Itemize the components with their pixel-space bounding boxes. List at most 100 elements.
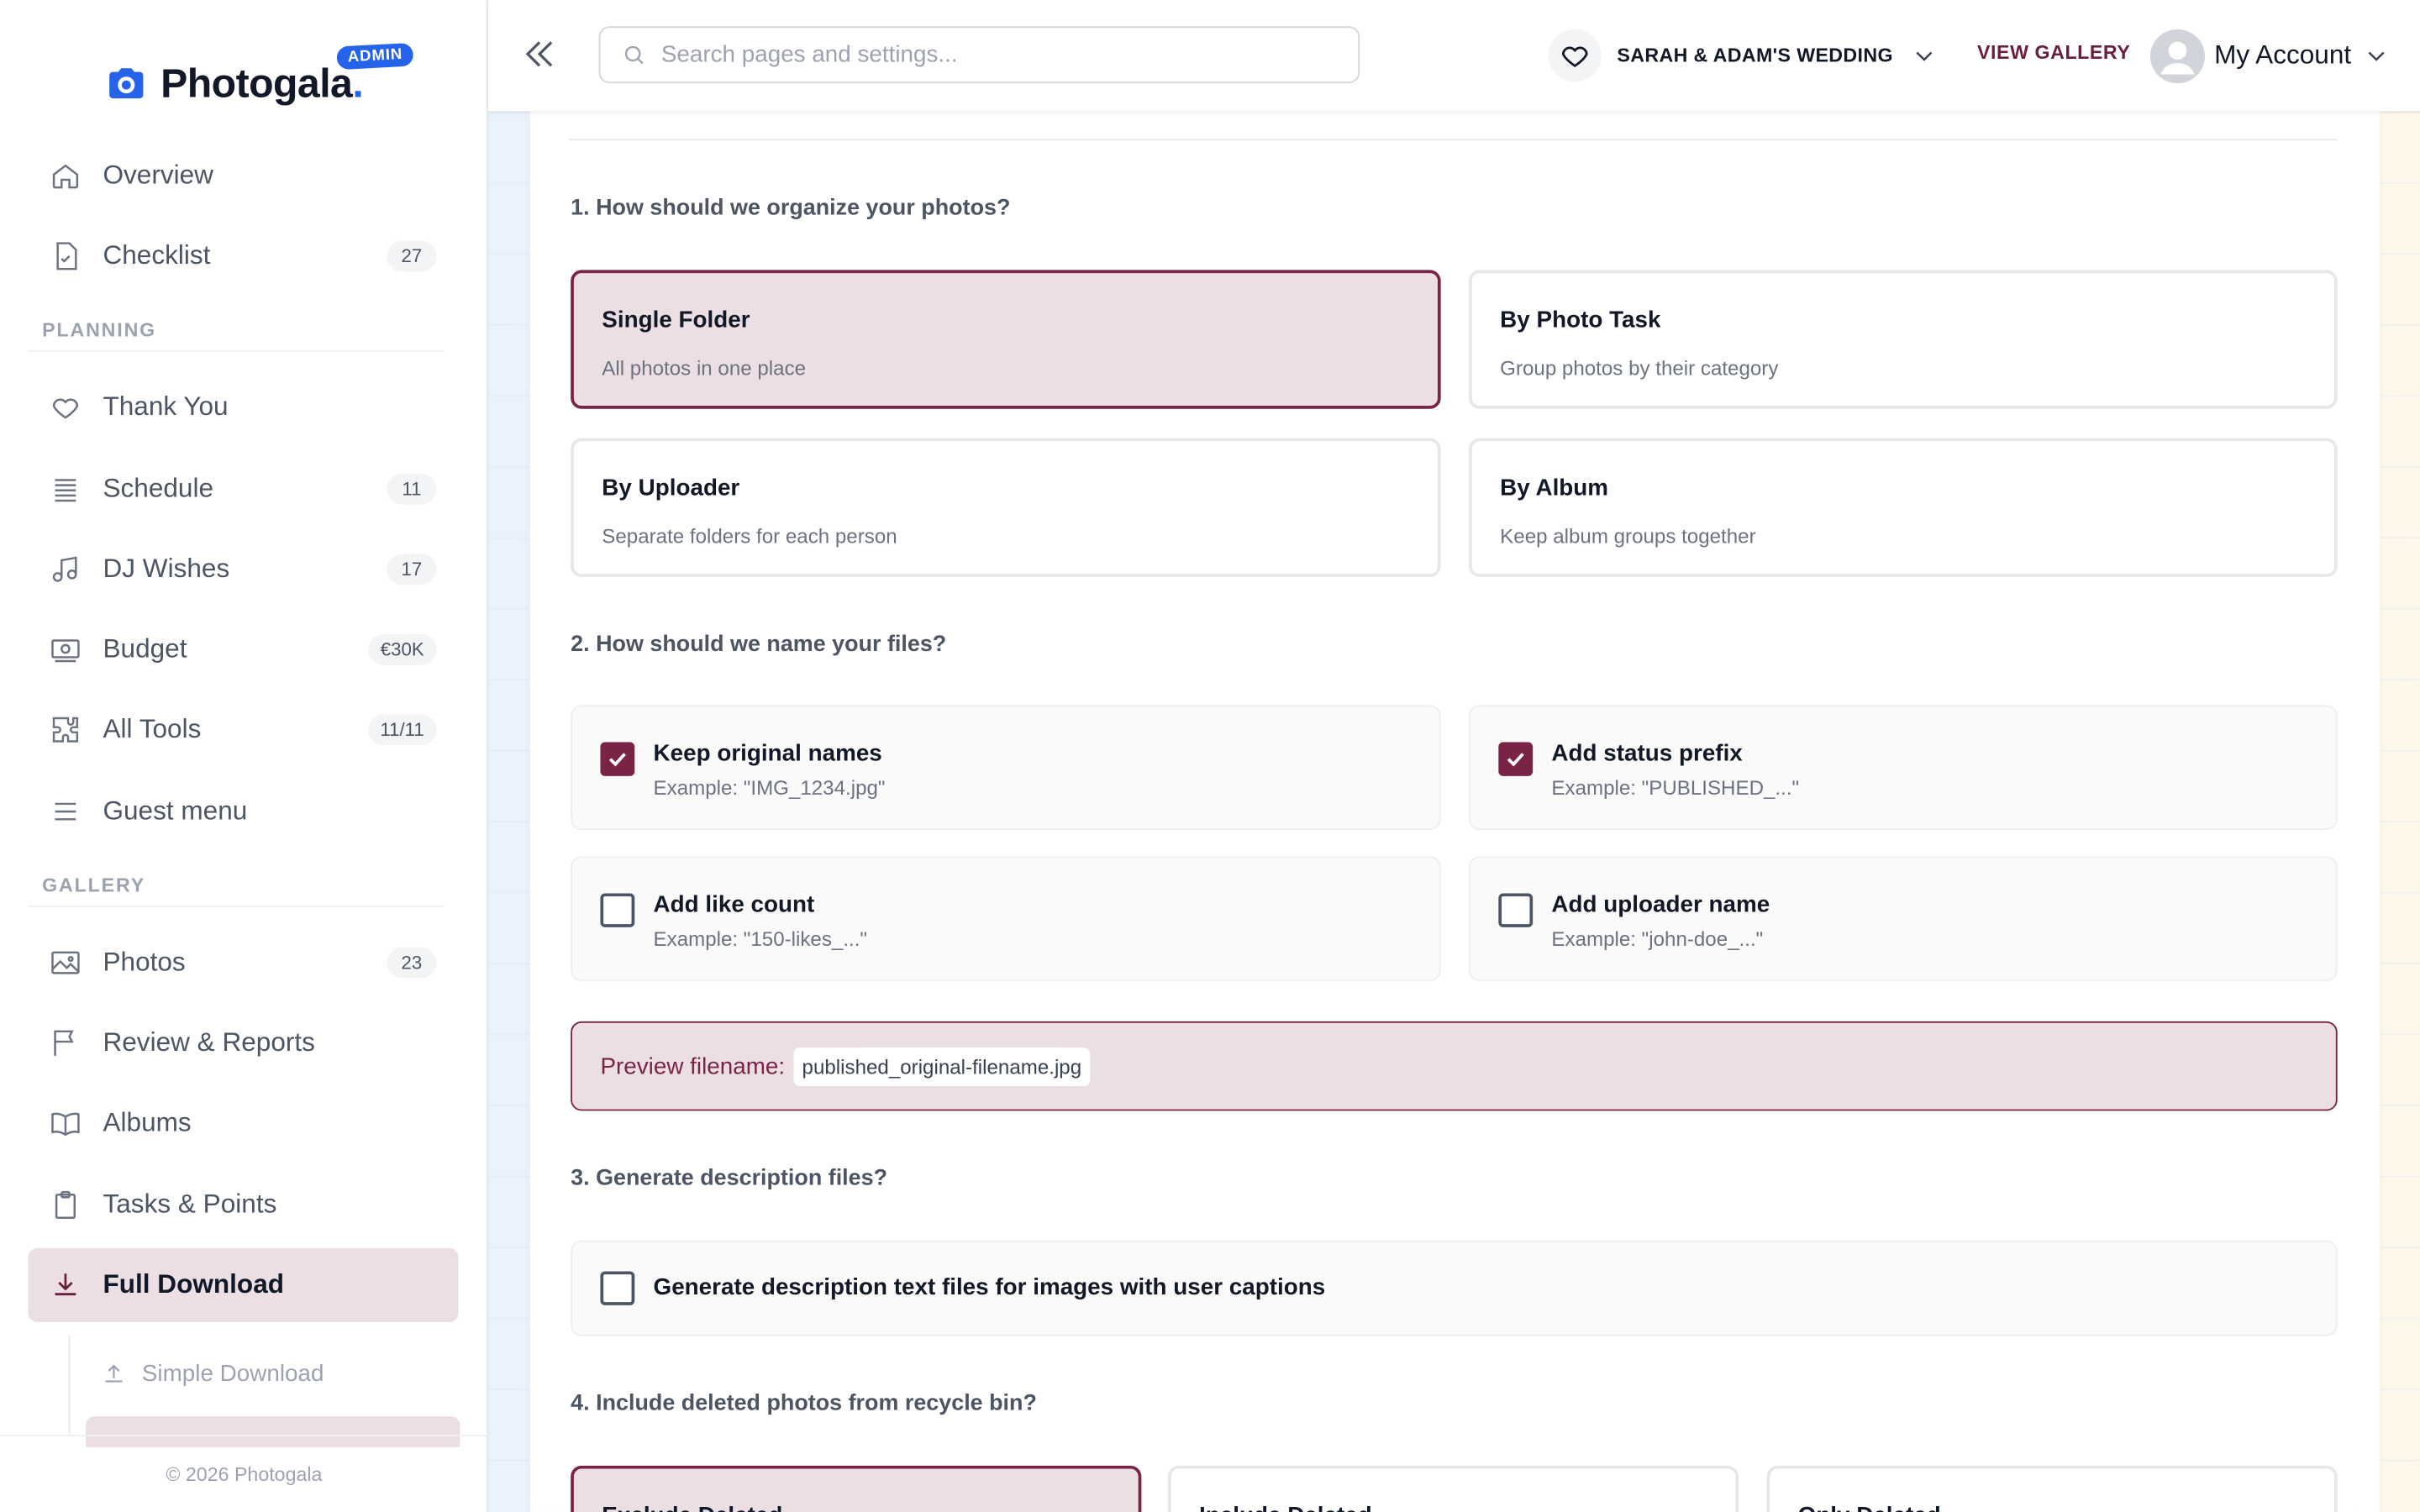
heart-icon [50, 392, 81, 423]
option-title: By Album [1500, 475, 1609, 501]
option-desc: Keep album groups together [1500, 524, 1756, 549]
sidebar-item-label: Checklist [103, 241, 211, 270]
count-badge: 11/11 [367, 715, 437, 747]
option-title: By Photo Task [1500, 307, 1661, 333]
question-organize: 1. How should we organize your photos? [571, 196, 1011, 221]
naming-option-uploader-name[interactable]: Add uploader name Example: "john-doe_...… [1469, 856, 2338, 982]
flag-icon [50, 1027, 81, 1058]
option-title: Only Deleted [1798, 1503, 1941, 1512]
organize-option-by-uploader[interactable]: By Uploader Separate folders for each pe… [571, 438, 1441, 577]
sub-nav: Simple Download [68, 1336, 460, 1447]
option-title: Include Deleted [1199, 1503, 1372, 1512]
option-title: Single Folder [602, 307, 750, 333]
search-icon [622, 43, 645, 66]
menu-icon [50, 795, 81, 827]
naming-option-like-count[interactable]: Add like count Example: "150-likes_..." [571, 856, 1441, 982]
collapse-sidebar-button[interactable] [519, 34, 560, 74]
option-title: Add status prefix [1551, 740, 1743, 767]
sidebar-item-label: Overview [103, 160, 213, 190]
sidebar-item-overview[interactable]: Overview [28, 139, 458, 213]
budget-badge: €30K [367, 634, 437, 665]
view-gallery-link[interactable]: VIEW GALLERY [1977, 42, 2130, 64]
question-deleted: 4. Include deleted photos from recycle b… [571, 1391, 1037, 1417]
question-description: 3. Generate description files? [571, 1166, 888, 1191]
naming-option-status-prefix[interactable]: Add status prefix Example: "PUBLISHED_..… [1469, 705, 2338, 831]
checkbox-checked[interactable] [600, 742, 635, 776]
section-label-gallery: GALLERY [28, 860, 445, 907]
organize-option-single-folder[interactable]: Single Folder All photos in one place [571, 270, 1441, 409]
search-box[interactable] [598, 26, 1360, 84]
option-title: By Uploader [602, 475, 740, 501]
sidebar-item-budget[interactable]: Budget €30K [28, 613, 458, 687]
option-desc: Example: "150-likes_..." [653, 927, 868, 951]
sidebar-item-review-reports[interactable]: Review & Reports [28, 1006, 458, 1080]
checkbox-unchecked[interactable] [600, 1271, 635, 1305]
chevron-down-icon [1912, 43, 1937, 67]
sidebar-item-label: Tasks & Points [103, 1189, 277, 1219]
music-icon [50, 554, 81, 585]
sidebar-item-label: Schedule [103, 473, 214, 503]
event-name: SARAH & ADAM'S WEDDING [1617, 45, 1893, 66]
sidebar-subitem-simple-download[interactable]: Simple Download [71, 1336, 459, 1410]
sidebar-item-tasks-points[interactable]: Tasks & Points [28, 1168, 458, 1242]
organize-option-by-album[interactable]: By Album Keep album groups together [1469, 438, 2338, 577]
question-naming: 2. How should we name your files? [571, 633, 947, 658]
sidebar: Photogala. ADMIN Overview Checklist 27 P… [0, 0, 488, 1512]
heart-icon [1548, 29, 1602, 82]
deleted-option-include[interactable]: Include Deleted [1167, 1465, 1739, 1512]
check-icon [1507, 753, 1524, 767]
organize-option-by-photo-task[interactable]: By Photo Task Group photos by their cate… [1469, 270, 2338, 409]
upload-icon [102, 1361, 127, 1385]
sidebar-item-label: Photos [103, 947, 186, 977]
sidebar-item-label: Albums [103, 1108, 192, 1138]
sidebar-item-label: Budget [103, 634, 187, 664]
option-title: Add uploader name [1551, 891, 1770, 918]
option-desc: Example: "PUBLISHED_..." [1551, 775, 1800, 800]
count-badge: 11 [387, 473, 437, 504]
sidebar-item-label: Review & Reports [103, 1027, 315, 1058]
sidebar-item-label: Full Download [103, 1269, 285, 1299]
deleted-option-only[interactable]: Only Deleted [1766, 1465, 2338, 1512]
sidebar-item-photos[interactable]: Photos 23 [28, 926, 458, 1000]
option-title: Keep original names [653, 740, 882, 767]
search-input[interactable] [660, 41, 1317, 68]
option-title: Exclude Deleted [602, 1503, 782, 1512]
camera-icon [106, 63, 146, 103]
clipboard-icon [50, 1189, 81, 1220]
sidebar-footer: © 2026 Photogala [0, 1435, 488, 1512]
deleted-option-exclude[interactable]: Exclude Deleted [571, 1465, 1142, 1512]
sidebar-item-label: Thank You [103, 392, 229, 422]
sidebar-item-albums[interactable]: Albums [28, 1087, 458, 1161]
sidebar-item-thank-you[interactable]: Thank You [28, 370, 458, 444]
money-icon [50, 634, 81, 665]
preview-value: published_original-filename.jpg [794, 1047, 1090, 1086]
sidebar-item-full-download[interactable]: Full Download [28, 1247, 459, 1322]
checkbox-unchecked[interactable] [600, 893, 635, 927]
sidebar-item-all-tools[interactable]: All Tools 11/11 [28, 694, 458, 768]
account-menu[interactable]: My Account [2150, 28, 2389, 83]
sidebar-item-label: All Tools [103, 715, 202, 745]
book-icon [50, 1108, 81, 1139]
event-switcher[interactable]: SARAH & ADAM'S WEDDING [1548, 28, 1937, 83]
count-badge: 27 [387, 241, 437, 272]
sidebar-item-checklist[interactable]: Checklist 27 [28, 219, 458, 293]
preview-label: Preview filename: [600, 1053, 786, 1079]
checkbox-unchecked[interactable] [1498, 893, 1534, 927]
sidebar-item-dj-wishes[interactable]: DJ Wishes 17 [28, 532, 458, 606]
sidebar-subitem-label: Simple Download [141, 1360, 324, 1387]
option-desc: Example: "john-doe_..." [1551, 927, 1764, 951]
sidebar-nav: Overview Checklist 27 PLANNING Thank You… [28, 139, 459, 1329]
naming-option-keep-original[interactable]: Keep original names Example: "IMG_1234.j… [571, 705, 1441, 831]
option-desc: Example: "IMG_1234.jpg" [653, 775, 886, 800]
option-desc: Group photos by their category [1500, 356, 1779, 380]
checkbox-checked[interactable] [1498, 742, 1534, 776]
brand-logo[interactable]: Photogala. ADMIN [106, 42, 414, 111]
sidebar-item-guest-menu[interactable]: Guest menu [28, 774, 458, 848]
count-badge: 17 [387, 554, 437, 585]
section-label-planning: PLANNING [28, 306, 445, 353]
home-icon [50, 160, 81, 192]
description-files-option[interactable]: Generate description text files for imag… [571, 1240, 2338, 1336]
sidebar-item-schedule[interactable]: Schedule 11 [28, 451, 458, 525]
image-icon [50, 947, 81, 978]
checklist-icon [50, 241, 81, 272]
